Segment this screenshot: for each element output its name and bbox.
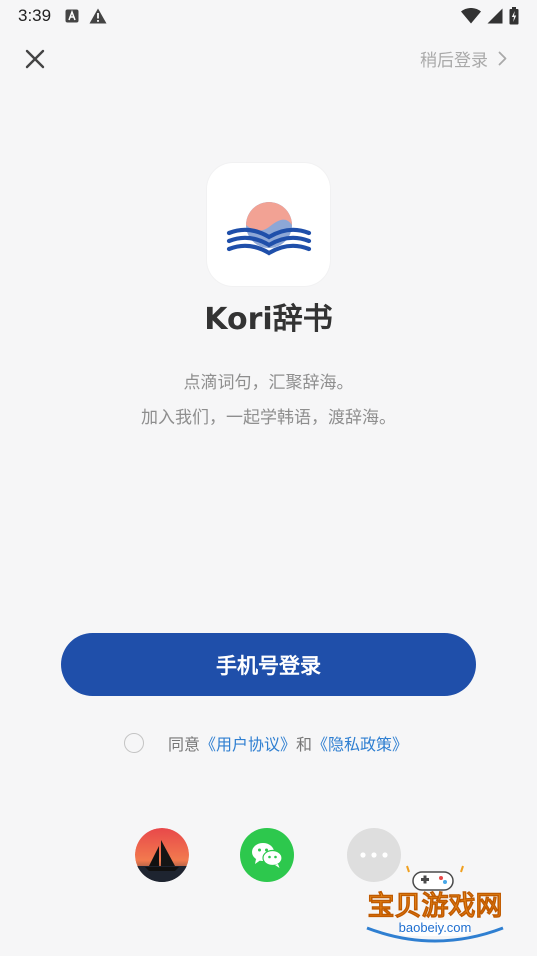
tagline-line-1: 点滴词句，汇聚辞海。 [183, 373, 354, 393]
a-notification-icon [65, 9, 79, 23]
watermark-title: 宝贝游戏网 [368, 890, 503, 922]
close-button[interactable] [22, 46, 48, 72]
chevron-right-icon [498, 51, 507, 66]
cell-signal-icon [487, 8, 503, 24]
app-name: Kori辞书 [204, 302, 333, 337]
site-watermark: 宝贝游戏网 baobeiy.com [366, 865, 504, 943]
status-notification-icons [65, 8, 107, 24]
later-login-button[interactable]: 稍后登录 [420, 46, 507, 71]
app-logo [207, 163, 330, 286]
battery-icon [509, 7, 519, 25]
phone-login-button[interactable]: 手机号登录 [61, 633, 476, 696]
close-icon [25, 49, 45, 69]
kori-login-button[interactable] [135, 828, 189, 882]
agreement-checkbox[interactable] [124, 733, 144, 753]
status-time: 3:39 [18, 6, 52, 25]
privacy-policy-link[interactable]: 《隐私政策》 [312, 731, 408, 755]
status-system-icons [461, 7, 519, 25]
watermark-url: baobeiy.com [399, 920, 472, 935]
status-bar: 3:39 [0, 0, 537, 32]
warning-icon [89, 8, 107, 24]
tagline-line-2: 加入我们，一起学韩语，渡辞海。 [141, 408, 396, 428]
later-login-label: 稍后登录 [420, 51, 488, 71]
gamepad-icon [406, 865, 464, 891]
phone-login-label: 手机号登录 [216, 653, 321, 678]
sailboat-sunset-icon [135, 828, 189, 882]
wechat-icon [252, 843, 283, 868]
agreement-prefix: 同意 [168, 735, 201, 754]
agreement-row: 同意 《用户协议》 和 《隐私政策》 [124, 731, 408, 755]
agreement-and: 和 [296, 735, 313, 754]
user-agreement-link[interactable]: 《用户协议》 [200, 731, 296, 755]
wechat-login-button[interactable] [240, 828, 294, 882]
wifi-icon [461, 8, 481, 24]
book-sun-logo-icon [226, 202, 312, 256]
